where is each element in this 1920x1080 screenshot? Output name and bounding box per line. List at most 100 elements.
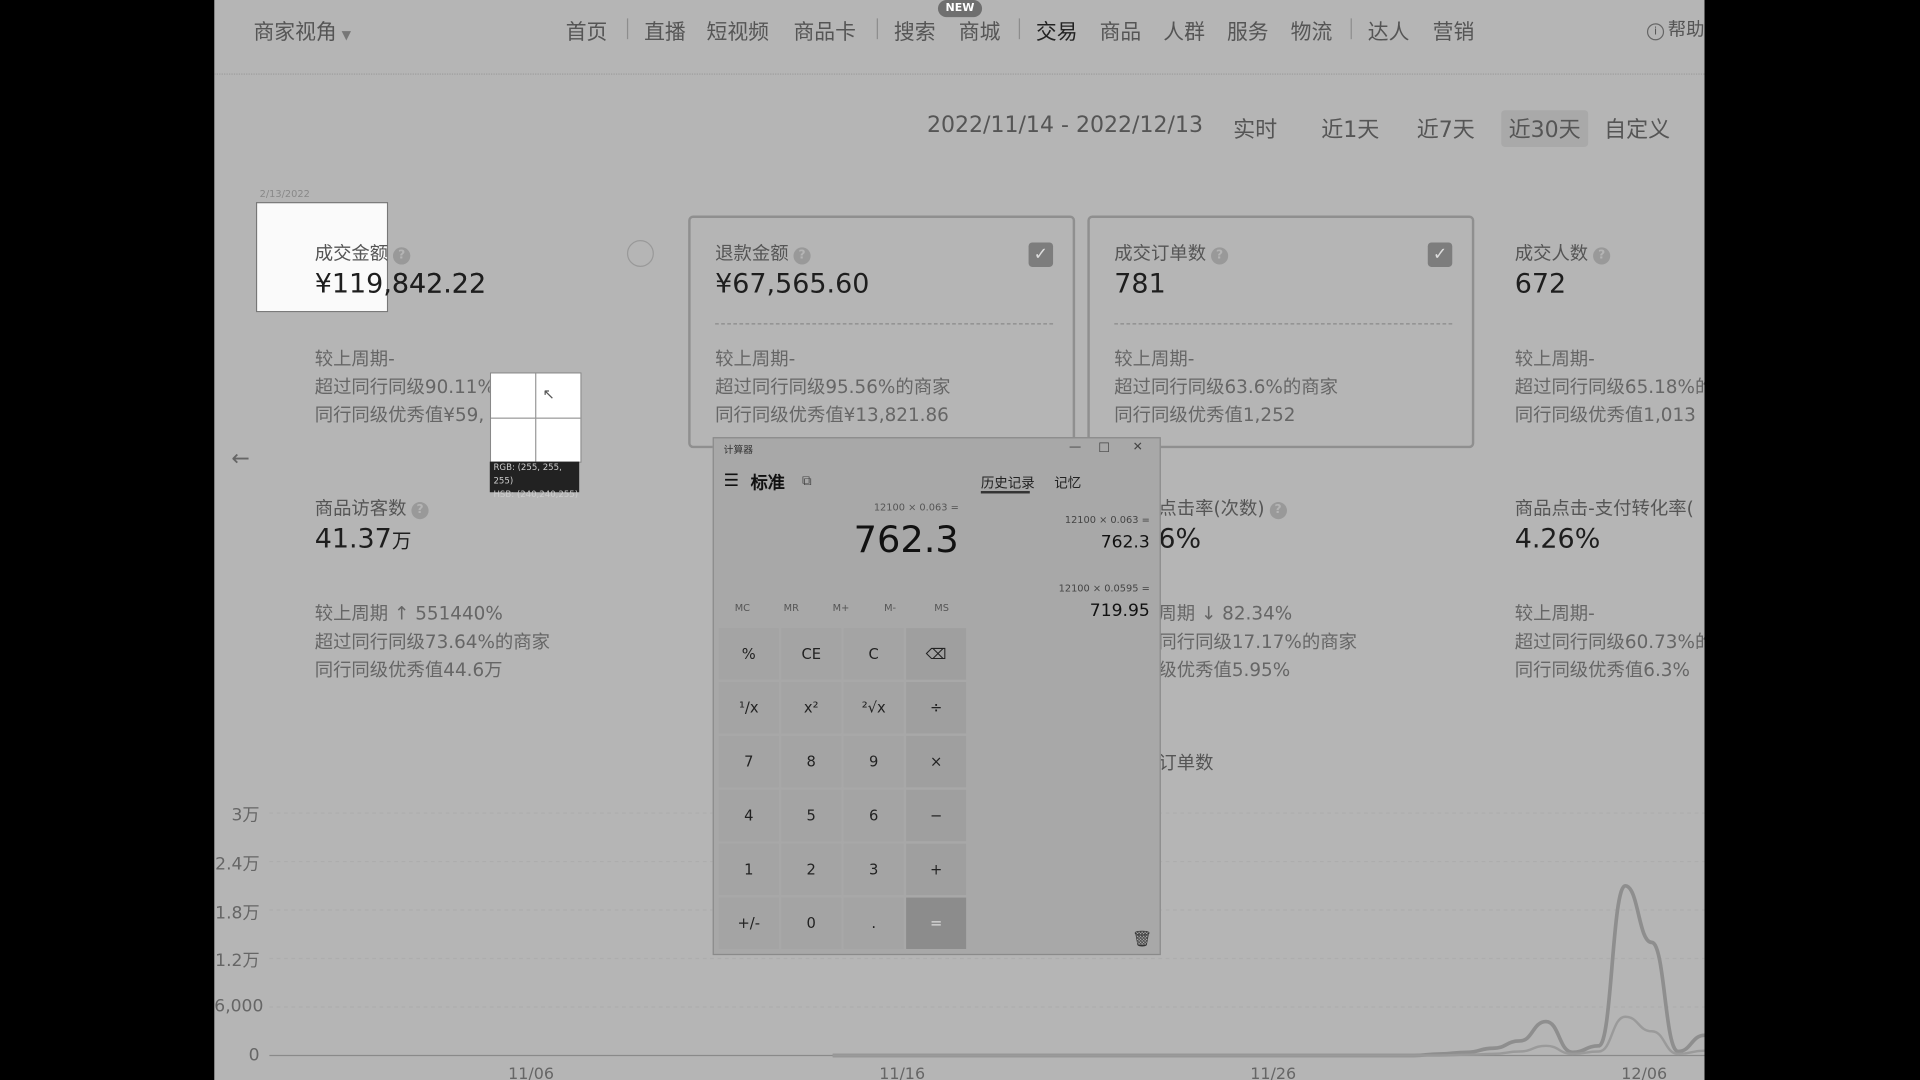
key-multiply[interactable]: × [906,735,967,788]
key-equals[interactable]: = [906,897,967,949]
key-clear-entry[interactable]: CE [781,628,842,680]
date-option-custom[interactable]: 自定义 [1604,113,1670,145]
metric-card-ctr[interactable]: 点击率(次数)? 6% 周期 ↓ 82.34% 同行同级17.17%的商家 级优… [1158,480,1476,700]
key-minus[interactable]: − [906,789,967,842]
trash-icon[interactable]: 🗑 [1132,931,1152,949]
memory-recall-button[interactable]: MR [784,602,799,613]
key-divide[interactable]: ÷ [906,682,967,734]
checkbox-checked-icon[interactable]: ✓ [1028,242,1054,267]
nav-search[interactable]: 搜索 [894,15,936,45]
key-four[interactable]: 4 [718,789,779,842]
tab-history[interactable]: 历史记录 [981,473,1035,493]
metric-compare: 较上周期- [1114,347,1195,370]
key-backspace[interactable]: ⌫ [906,628,967,680]
nav-divider [1350,18,1352,40]
key-one[interactable]: 1 [718,843,779,896]
minimize-icon[interactable]: — [1069,441,1081,454]
metric-card-buyers[interactable]: 成交人数? 672 较上周期- 超过同行同级65.18%的 同行同级优秀值1,0… [1488,216,1705,444]
calculator-window[interactable]: 计算器 — □ ✕ ☰ 标准 ⧉ 历史记录 记忆 12100 × 0.063 =… [712,437,1161,956]
help-label: 帮助 [1667,18,1705,41]
key-eight[interactable]: 8 [781,735,842,788]
metric-label: 成交人数? [1515,240,1611,266]
nav-trade[interactable]: 交易 [1036,15,1078,45]
metric-label: 退款金额? [715,240,811,266]
crosshair-v [535,373,537,462]
key-decimal[interactable]: . [843,897,904,949]
chart-metric-label: 订单数 [1158,751,1214,774]
key-two[interactable]: 2 [781,843,842,896]
metric-compare: 较上周期- [314,347,395,370]
keep-on-top-icon[interactable]: ⧉ [802,473,812,490]
history-value[interactable]: 762.3 [1101,533,1150,553]
key-square[interactable]: x² [781,682,842,734]
date-option-realtime[interactable]: 实时 [1233,113,1277,145]
nav-influencer[interactable]: 达人 [1368,15,1410,45]
memory-clear-button[interactable]: MC [735,602,750,613]
date-range[interactable]: 2022/11/14 - 2022/12/13 [927,113,1203,139]
screen: 商家视角 ▼ 首页 直播 短视频 商品卡 搜索 NEW 商城 交易 商品 人群 服… [0,0,1920,1080]
metric-checkbox[interactable] [626,240,654,267]
key-square-root[interactable]: ²√x [843,682,904,734]
tab-underline [980,491,1030,494]
key-clear[interactable]: C [843,628,904,680]
nav-home[interactable]: 首页 [566,15,608,45]
calculator-result: 762.3 [853,519,959,563]
question-icon[interactable]: ? [1269,502,1287,520]
divider [214,73,1705,75]
metric-rank: 超过同行同级65.18%的 [1514,375,1705,398]
selection-value: ¥119,842.22 [314,269,487,301]
metric-compare: 较上周期- [1514,602,1595,625]
maximize-icon[interactable]: □ [1098,441,1110,454]
question-icon[interactable]: ? [1593,247,1611,265]
key-percent[interactable]: % [718,628,779,680]
nav-audience[interactable]: 人群 [1163,15,1205,45]
key-six[interactable]: 6 [843,789,904,842]
nav-service[interactable]: 服务 [1227,15,1269,45]
brand-label: 商家视角 [253,20,337,46]
question-icon[interactable]: ? [411,502,429,520]
nav-mall[interactable]: 商城 [959,15,1001,45]
metric-label: 商品点击-支付转化率( [1514,497,1694,520]
key-three[interactable]: 3 [843,843,904,896]
key-negate[interactable]: +/- [718,897,779,949]
date-option-1day[interactable]: 近1天 [1321,113,1379,145]
metric-rank: 同行同级17.17%的商家 [1158,630,1357,653]
nav-logistics[interactable]: 物流 [1291,15,1333,45]
metric-benchmark: 同行同级优秀值¥59, [314,404,485,427]
close-icon[interactable]: ✕ [1133,441,1143,454]
metric-label: 商品访客数? [315,495,429,521]
nav-marketing[interactable]: 营销 [1433,15,1475,45]
key-five[interactable]: 5 [781,789,842,842]
merchant-dashboard: 商家视角 ▼ 首页 直播 短视频 商品卡 搜索 NEW 商城 交易 商品 人群 服… [214,0,1705,1080]
key-zero[interactable]: 0 [781,897,842,949]
key-seven[interactable]: 7 [718,735,779,788]
checkbox-checked-icon[interactable]: ✓ [1427,242,1453,267]
metric-card-orders[interactable]: ✓ 成交订单数? 781 较上周期- 超过同行同级63.6%的商家 同行同级优秀… [1087,215,1475,449]
tab-memory[interactable]: 记忆 [1054,473,1081,493]
help-link[interactable]: i 帮助 [1646,16,1705,42]
key-plus[interactable]: + [906,843,967,896]
nav-short-video[interactable]: 短视频 [707,15,769,45]
date-option-7days[interactable]: 近7天 [1417,113,1475,145]
nav-live[interactable]: 直播 [644,15,686,45]
merchant-view-dropdown[interactable]: 商家视角 ▼ [253,15,351,46]
history-value[interactable]: 719.95 [1090,601,1150,621]
metric-card-conversion[interactable]: 商品点击-支付转化率( 4.26% 较上周期- 超过同行同级60.73%的 同行… [1488,480,1705,700]
nav-product-card[interactable]: 商品卡 [793,15,855,45]
nav-product[interactable]: 商品 [1100,15,1142,45]
date-option-30days[interactable]: 近30天 [1501,110,1589,147]
memory-subtract-button[interactable]: M- [884,602,896,613]
metric-benchmark: 同行同级优秀值1,013 [1514,404,1696,427]
metric-card-refund[interactable]: ✓ 退款金额? ¥67,565.60 较上周期- 超过同行同级95.56%的商家… [688,215,1076,449]
metric-card-visitors[interactable]: 商品访客数? 41.37万 较上周期 ↑ 551440% 超过同行同级73.64… [288,480,670,700]
memory-store-button[interactable]: MS [934,602,949,613]
key-nine[interactable]: 9 [843,735,904,788]
key-reciprocal[interactable]: ¹/x [718,682,779,734]
info-icon: i [1646,23,1665,41]
metric-label: 成交订单数? [1114,240,1229,266]
question-icon[interactable]: ? [1211,247,1229,265]
arrow-left-icon[interactable]: ← [231,446,249,472]
hamburger-menu-icon[interactable]: ☰ [724,471,739,491]
memory-add-button[interactable]: M+ [833,602,850,613]
question-icon[interactable]: ? [793,247,811,265]
